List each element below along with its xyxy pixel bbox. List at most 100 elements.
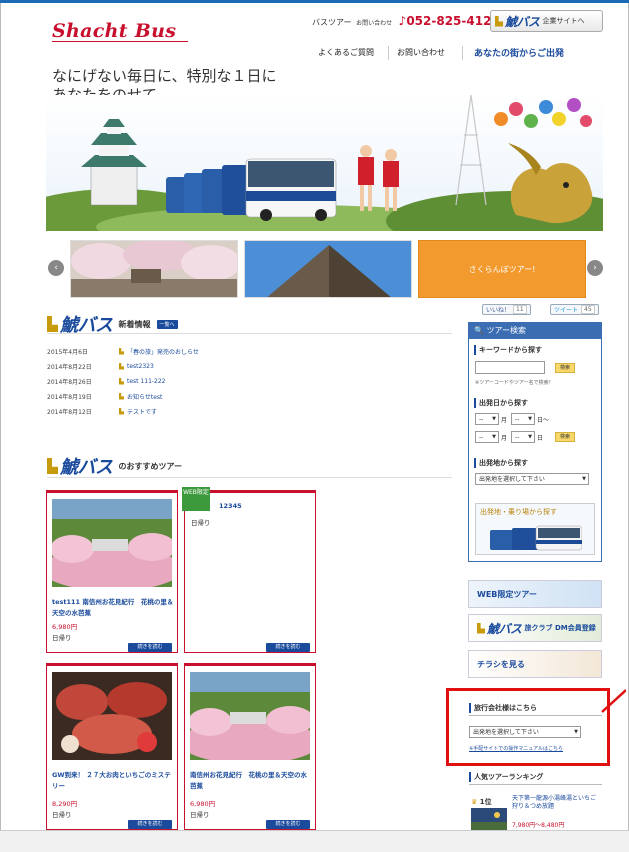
flyer-banner[interactable]: チラシを見る [468,650,602,678]
corporate-site-label: 企業サイトへ [542,17,585,25]
corporate-site-button[interactable]: 鯱バス 企業サイトへ [490,10,603,32]
news-link[interactable]: 「春の旅」発売のおしらせ [127,347,199,356]
site-logo[interactable]: Shacht Bus [52,20,176,42]
tweet-count: 45 [581,305,595,314]
ranking-tour-name[interactable]: 天下第一龍源小湯峰湯といちご狩り＆つめ放題 [512,795,600,811]
hero-illustration [46,95,603,231]
carousel-slide-cherry[interactable]: さくらんぼツアー! [418,240,586,298]
ranking-position: ♛ 1位 [471,798,492,806]
bullet-icon [119,377,124,385]
month-unit: 月 [501,417,508,424]
tour-duration: 日帰り [191,519,211,527]
carousel-slide[interactable] [244,240,412,298]
news-link[interactable]: お知らせtest [127,392,162,401]
news-item: 2014年8月26日 test 111-222 [47,377,166,386]
find-by-map-banner[interactable]: 出発地・乗り場から探す [475,503,595,555]
tour-card[interactable]: GW到来！ ２７大お肉といちごのミステリー 8,290円 日帰り 続きを読む [46,663,178,830]
read-more-button[interactable]: 続きを読む [266,820,310,829]
day-from-unit: 日～ [537,417,550,424]
keyword-label: キーワードから探す [474,345,542,355]
news-list-button[interactable]: 一覧へ [156,319,178,329]
brand-logo-icon: 鯱バス [495,13,540,30]
read-more-button[interactable]: 続きを読む [128,643,172,652]
web-limited-tour-banner[interactable]: WEB限定ツアー [468,580,602,608]
read-more-button[interactable]: 続きを読む [266,643,310,652]
bullet-icon [119,392,124,400]
tour-photo [52,672,172,760]
phone-contact: バスツアー お問い合わせ ♪052-825-4120 [312,14,500,28]
search-panel-header: 🔍 ツアー検索 [469,323,601,339]
month-from-select[interactable]: -- [475,413,499,425]
nav-contact[interactable]: お問い合わせ [397,43,453,61]
annotation-arrow-icon [601,689,626,713]
news-link[interactable]: テストです [127,407,157,416]
nav-faq[interactable]: よくあるご質問 [318,43,380,61]
carousel-prev-button[interactable]: ‹ [48,260,64,276]
bullet-icon [119,347,124,355]
tour-card[interactable]: 12345 日帰り 続きを読む [184,490,316,653]
tour-duration: 日帰り [52,811,72,819]
read-more-button[interactable]: 続きを読む [128,820,172,829]
news-item: 2015年4月6日 「春の旅」発売のおしらせ [47,347,199,356]
date-search-button[interactable]: 検索 [555,432,575,442]
tour-carousel: ‹ さくらんぼツアー! › [46,240,609,298]
carousel-next-button[interactable]: › [587,260,603,276]
tour-search-panel: 🔍 ツアー検索 キーワードから探す 検索 ※ツアーコードやツアー名で検索！ 出発… [468,322,602,562]
keyword-input[interactable] [475,361,545,374]
nav-departure-city[interactable]: あなたの街からご出発 [474,43,614,61]
keyword-search-button[interactable]: 検索 [555,363,575,373]
brand-logo-icon: 鯱バス [477,620,522,637]
ranking-title: 人気ツアーランキング [469,772,543,782]
month-unit: 月 [501,435,508,442]
ranking-price: 7,980円～8,480円 [512,822,565,829]
carousel-slide-label: さくらんぼツアー! [468,264,536,274]
tour-price: 6,980円 [52,623,78,631]
tour-card[interactable]: test111 南信州お花見紀行 花桃の里＆天空の水芭蕉 6,980円 日帰り … [46,490,178,653]
section-divider [47,477,452,478]
tabi-club-banner[interactable]: 鯱バス 旅クラブ DM会員登録 [468,614,602,642]
find-by-map-label: 出発地・乗り場から探す [480,508,557,516]
tour-duration: 日帰り [190,811,210,819]
recommend-section-header: 鯱バス のおすすめツアー [47,453,182,479]
place-label: 出発地から探す [474,458,528,468]
browser-bottom-bar [0,830,629,852]
bullet-icon [119,362,124,370]
tour-price: 6,980円 [190,800,216,808]
nav-divider [462,46,463,60]
carousel-slide[interactable] [70,240,238,298]
phone-label: バスツアー [312,18,352,27]
recommend-title: のおすすめツアー [118,461,183,471]
tour-name: test111 南信州お花見紀行 花桃の里＆天空の水芭蕉 [52,598,174,617]
tour-photo [52,499,172,587]
top-accent-bar [0,0,629,3]
like-count: 11 [513,305,527,314]
tour-name: 南信州お花見紀行 花桃の里＆天空の水芭蕉 [190,771,307,790]
crown-icon: ♛ [471,798,478,806]
phone-small-label: お問い合わせ [356,20,393,27]
news-link[interactable]: test 111-222 [127,378,166,385]
tour-duration: 日帰り [52,634,72,642]
keyword-note: ※ツアーコードやツアー名で検索！ [475,380,554,386]
day-from-select[interactable]: -- [511,413,535,425]
tour-name: 12345 [219,502,242,510]
day-to-select[interactable]: -- [511,431,535,443]
highlight-box [446,688,610,766]
facebook-like-button[interactable]: いいね！ 11 [482,304,531,315]
month-to-select[interactable]: -- [475,431,499,443]
bullet-icon [119,407,124,415]
tour-card[interactable]: 南信州お花見紀行 花桃の里＆天空の水芭蕉 6,980円 日帰り 続きを読む [184,663,316,830]
phone-number[interactable]: ♪052-825-4120 [399,14,500,28]
section-divider [47,333,452,334]
departure-place-select[interactable]: 出発地を選択して下さい [475,473,589,485]
tour-name: GW到来！ ２７大お肉といちごのミステリー [52,771,171,790]
nav-divider [388,46,389,60]
tweet-button[interactable]: ツイート 45 [550,304,599,315]
tour-photo [190,672,310,760]
ranking-divider [469,784,602,785]
news-item: 2014年8月19日 お知らせtest [47,392,163,401]
ranking-photo[interactable] [471,808,507,830]
news-link[interactable]: test2323 [127,363,154,370]
tour-price: 8,290円 [52,800,78,808]
date-label: 出発日から探す [474,398,528,408]
day-unit: 日 [537,435,544,442]
